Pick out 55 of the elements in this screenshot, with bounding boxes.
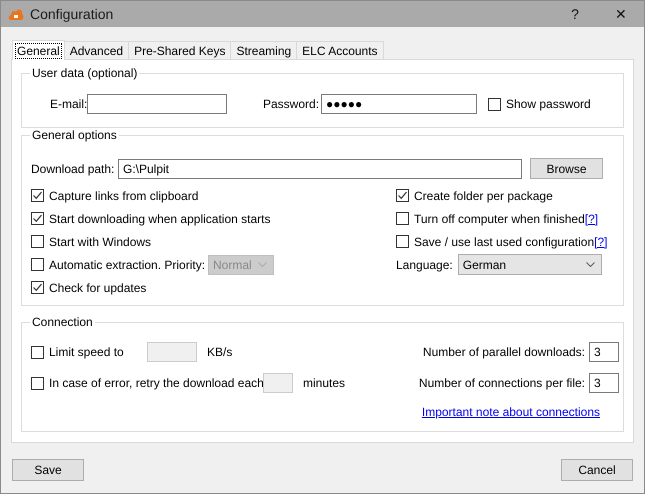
- field-label: Download path:: [31, 162, 116, 176]
- checkbox-label: Capture links from clipboard: [49, 188, 198, 202]
- save-button[interactable]: Save: [12, 459, 84, 481]
- checkbox-label: Save / use last used configuration: [414, 234, 594, 248]
- group-title: General options: [31, 128, 118, 142]
- caret-icon: [258, 262, 267, 267]
- field-label: Number of connections per file:: [418, 376, 585, 390]
- checkbox[interactable]: [31, 235, 44, 248]
- checkbox-label: Start downloading when application starts: [49, 212, 270, 226]
- cloud-icon: [8, 7, 24, 21]
- input-field[interactable]: G:\Pulpit: [118, 158, 522, 178]
- checkbox[interactable]: [31, 346, 44, 358]
- input-field[interactable]: [87, 94, 227, 114]
- checkbox[interactable]: [396, 235, 409, 248]
- help-link[interactable]: [?]: [594, 234, 608, 248]
- field-label: Number of parallel downloads:: [422, 345, 585, 359]
- checkbox[interactable]: [396, 189, 409, 202]
- close-button[interactable]: ✕: [598, 1, 644, 27]
- tab[interactable]: General: [12, 40, 65, 60]
- note-link[interactable]: Important note about connections: [422, 405, 600, 419]
- checkbox[interactable]: [31, 189, 44, 202]
- caret-icon: [586, 262, 595, 267]
- checkbox-label: Show password: [506, 97, 591, 111]
- checkbox[interactable]: [396, 212, 409, 225]
- input-field[interactable]: ●●●●●: [321, 94, 477, 114]
- tab[interactable]: ELC Accounts: [296, 41, 384, 59]
- checkbox[interactable]: [488, 98, 501, 110]
- tab[interactable]: Pre-Shared Keys: [128, 41, 232, 59]
- checkbox[interactable]: [31, 281, 44, 294]
- checkbox-label: Create folder per package: [414, 188, 554, 202]
- unit-label: minutes: [303, 376, 346, 390]
- field-label: Language:: [396, 258, 453, 272]
- window-title: Configuration: [30, 6, 114, 22]
- checkbox-label: In case of error, retry the download each: [49, 376, 263, 390]
- checkbox-label: Start with Windows: [49, 234, 152, 248]
- browse-button[interactable]: Browse: [530, 158, 603, 179]
- checkbox[interactable]: [31, 212, 44, 225]
- unit-label: KB/s: [207, 345, 232, 359]
- group-title: User data (optional): [31, 66, 138, 80]
- tab[interactable]: Streaming: [230, 41, 298, 59]
- input-field[interactable]: 3: [589, 373, 619, 393]
- group-title: Connection: [31, 315, 94, 329]
- help-button[interactable]: ?: [552, 1, 598, 27]
- field-label: E-mail:: [50, 97, 87, 111]
- dropdown[interactable]: German: [458, 254, 602, 275]
- checkbox-label: Automatic extraction. Priority:: [49, 258, 206, 272]
- checkbox-label: Check for updates: [49, 280, 146, 294]
- field-label: Password:: [263, 97, 320, 111]
- checkbox[interactable]: [31, 258, 44, 271]
- checkbox-label: Limit speed to: [49, 345, 125, 359]
- checkbox[interactable]: [31, 376, 44, 390]
- checkbox-label: Turn off computer when finished: [414, 212, 585, 226]
- help-link[interactable]: [?]: [584, 212, 598, 226]
- cancel-button[interactable]: Cancel: [561, 459, 633, 481]
- input-field[interactable]: 3: [589, 342, 619, 362]
